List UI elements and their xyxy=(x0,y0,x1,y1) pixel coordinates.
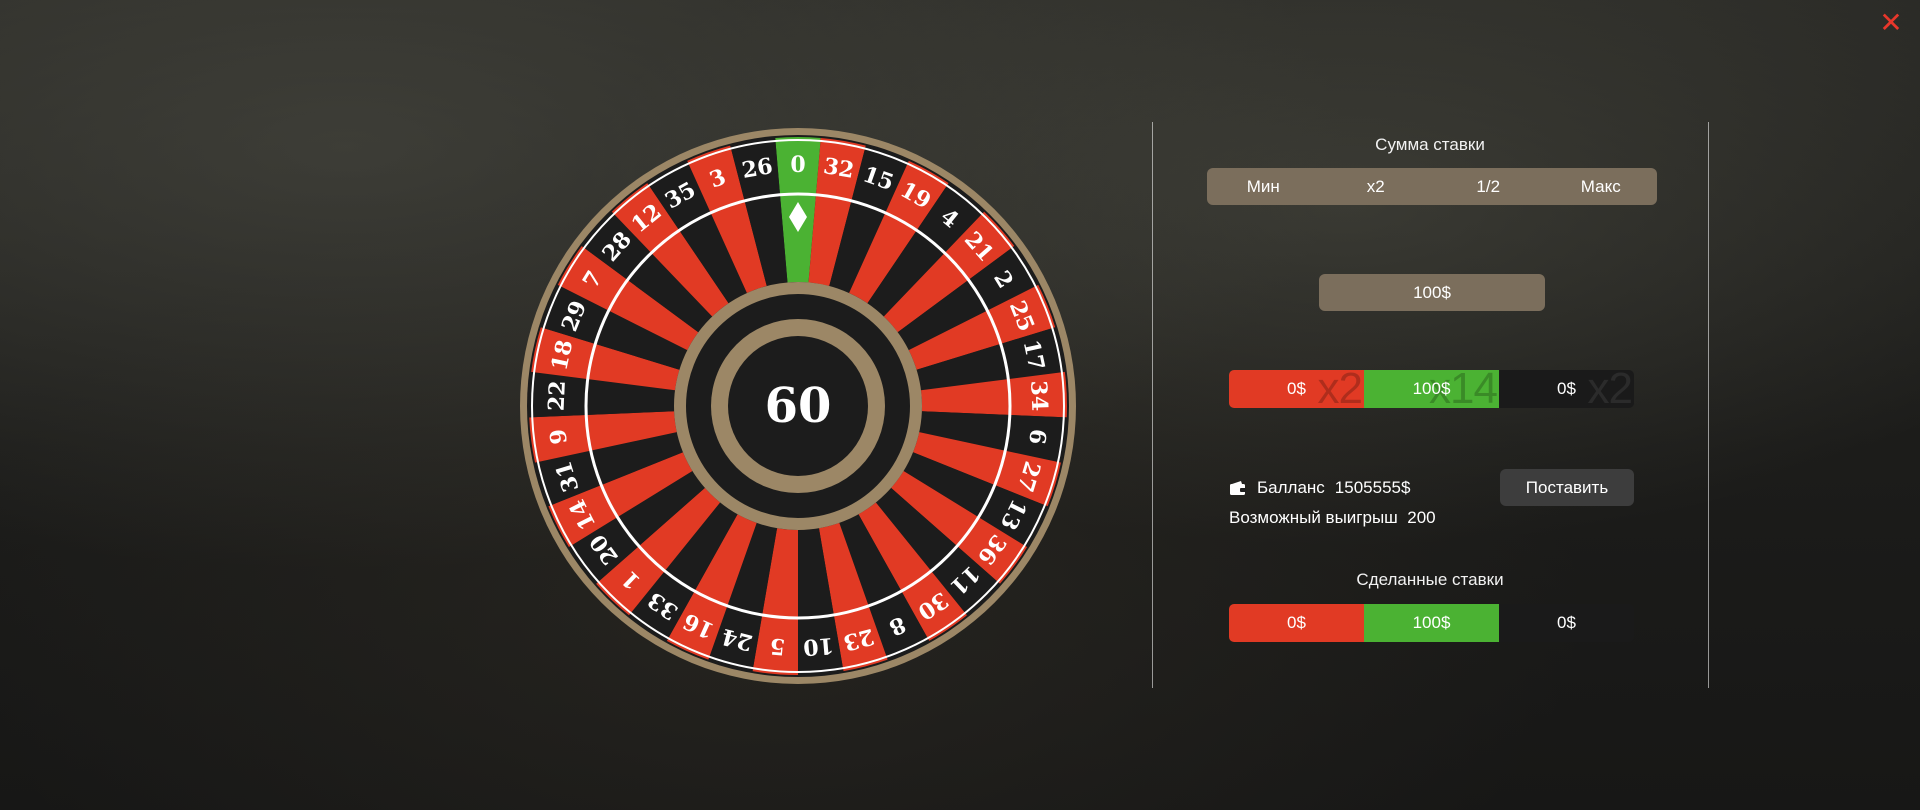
wheel-number: 9 xyxy=(545,427,573,445)
roulette-wheel: 0 32 15 19 4 21 2 25 17 34 6 27 13 36 11 30 8 23 10 5 24 16 33… xyxy=(520,124,1076,688)
max-button[interactable]: Макс xyxy=(1545,168,1658,205)
made-bets-title: Сделанные ставки xyxy=(1356,570,1504,589)
bet-amount-field[interactable]: 100$ xyxy=(1319,274,1545,311)
wheel-number: 10 xyxy=(802,632,835,661)
red-bet-value: 0$ xyxy=(1287,379,1306,398)
balance-value: 1505555$ xyxy=(1334,478,1411,497)
black-multiplier: x2 xyxy=(1587,370,1633,408)
divider-right xyxy=(1708,122,1709,688)
min-button[interactable]: Мин xyxy=(1207,168,1320,205)
made-bet-red: 0$ xyxy=(1229,604,1364,642)
wheel-number: 34 xyxy=(1025,380,1052,412)
double-button[interactable]: x2 xyxy=(1320,168,1433,205)
bet-panel: Сумма ставки Мин x2 1/2 Макс 100$ x2 0$ … xyxy=(1152,122,1708,688)
made-bets: 0$ 100$ 0$ xyxy=(1229,604,1634,642)
red-bet-option[interactable]: x2 0$ xyxy=(1229,370,1364,408)
wheel-number: 0 xyxy=(790,152,805,178)
half-button[interactable]: 1/2 xyxy=(1432,168,1545,205)
timer-value: 60 xyxy=(765,378,832,434)
red-multiplier: x2 xyxy=(1317,370,1363,408)
close-icon[interactable]: ✕ xyxy=(1878,9,1904,37)
black-bet-option[interactable]: x2 0$ xyxy=(1499,370,1634,408)
black-bet-value: 0$ xyxy=(1557,379,1576,398)
wallet-icon xyxy=(1229,480,1247,496)
balance-label: Балланс xyxy=(1257,478,1325,497)
wheel-number: 6 xyxy=(1023,427,1051,445)
wheel-number: 26 xyxy=(740,153,775,184)
made-bet-green: 100$ xyxy=(1364,604,1499,642)
green-bet-value: 100$ xyxy=(1412,379,1451,398)
potential-win: Возможный выигрыш 200 xyxy=(1229,508,1436,528)
green-bet-option[interactable]: x14 100$ xyxy=(1364,370,1499,408)
balance-row: Балланс 1505555$ xyxy=(1229,478,1410,498)
bet-controls: Мин x2 1/2 Макс xyxy=(1207,168,1657,205)
wheel-number: 32 xyxy=(821,153,856,184)
bet-amount-title: Сумма ставки xyxy=(1375,135,1485,154)
place-bet-button[interactable]: Поставить xyxy=(1500,469,1634,506)
bet-choices: x2 0$ x14 100$ x2 0$ xyxy=(1229,370,1634,408)
potential-win-label: Возможный выигрыш xyxy=(1229,508,1398,527)
potential-win-value: 200 xyxy=(1407,508,1436,527)
made-bet-black: 0$ xyxy=(1499,604,1634,642)
wheel-number: 22 xyxy=(544,380,571,412)
wheel-number: 5 xyxy=(769,633,786,660)
